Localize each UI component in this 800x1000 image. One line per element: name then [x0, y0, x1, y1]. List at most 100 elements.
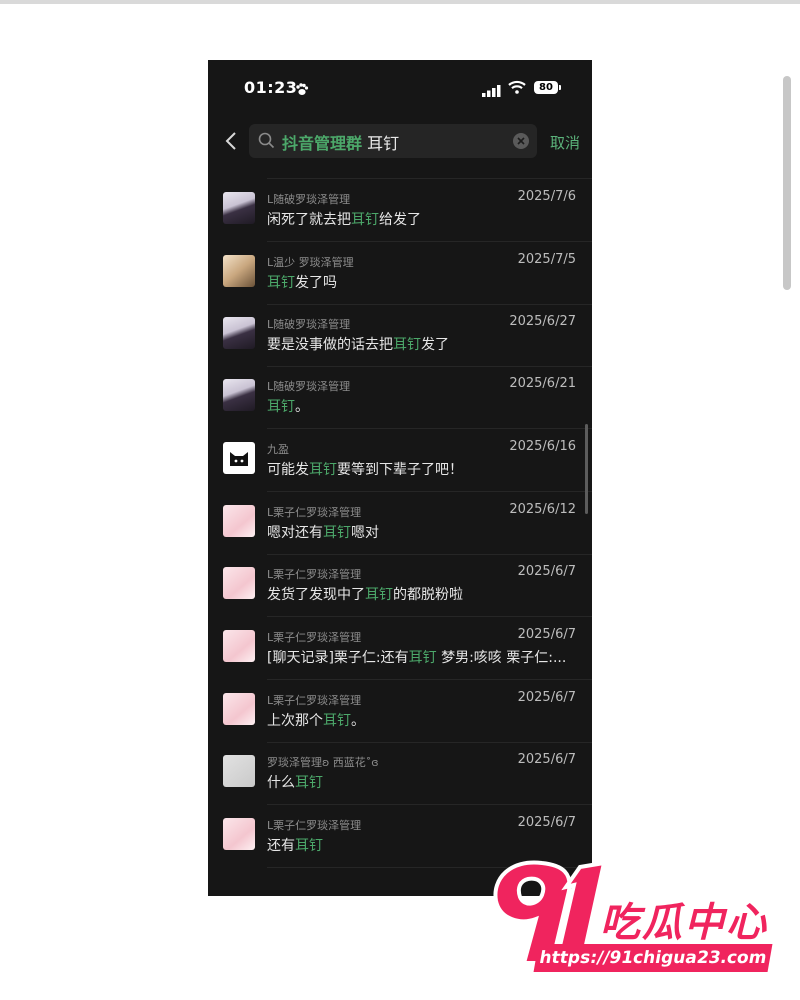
message-fragment: 给发了	[379, 212, 421, 228]
cancel-button[interactable]: 取消	[550, 132, 580, 153]
battery-tip	[559, 85, 561, 90]
list-item[interactable]: L随破罗琰泽管理 2025/7/6 闲死了就去把耳钉给发了	[208, 179, 592, 242]
message-date: 2025/6/7	[517, 690, 576, 705]
keyword-highlight: 耳钉	[323, 713, 351, 729]
message-date: 2025/6/7	[517, 627, 576, 642]
list-item[interactable]: L随破罗琰泽管理 2025/6/27 要是没事做的话去把耳钉发了	[208, 304, 592, 367]
keyword-highlight: 耳钉	[408, 650, 437, 666]
message-text: 耳钉发了吗	[267, 272, 579, 292]
message-date: 2025/7/5	[517, 252, 576, 267]
message-text: 要是没事做的话去把耳钉发了	[267, 334, 579, 354]
sender-name: L随破罗琰泽管理	[267, 193, 351, 206]
message-fragment: 发了	[421, 337, 449, 353]
message-fragment: 要等到下辈子了吧！	[337, 462, 463, 478]
message-date: 2025/6/7	[517, 752, 576, 767]
message-fragment: [聊天记录]栗子仁:还有	[267, 650, 409, 666]
battery-indicator: 80	[534, 81, 558, 94]
keyword-highlight: 耳钉	[295, 838, 323, 854]
watermark-url: https://91chigua23.com	[533, 944, 773, 972]
phone-screen: 01:23 80 抖音管理群 耳钉 取消 L随破罗琰泽管理 2025/7/6 闲…	[208, 60, 592, 896]
message-date: 2025/6/12	[509, 502, 576, 517]
message-fragment: 什么	[267, 775, 295, 791]
list-item[interactable]: L栗子仁罗琰泽管理 2025/6/7 [聊天记录]栗子仁:还有耳钉 梦男:咳咳 栗子…	[208, 617, 592, 680]
back-arrow-icon[interactable]	[220, 128, 244, 154]
message-date: 2025/7/6	[517, 189, 576, 204]
message-fragment: 要是没事做的话去把	[267, 337, 393, 353]
avatar	[223, 693, 255, 725]
keyword-highlight: 耳钉	[393, 337, 421, 353]
search-icon	[258, 132, 275, 153]
keyword-highlight: 耳钉	[309, 462, 337, 478]
message-date: 2025/6/16	[509, 439, 576, 454]
status-time: 01:23	[244, 78, 298, 97]
avatar	[223, 567, 255, 599]
list-item[interactable]: L栗子仁罗琰泽管理 2025/6/7 发货了发现中了耳钉的都脱粉啦	[208, 554, 592, 617]
message-fragment: 发了吗	[295, 275, 337, 291]
list-item[interactable]: L栗子仁罗琰泽管理 2025/6/12 嗯对还有耳钉嗯对	[208, 492, 592, 555]
sender-name: L栗子仁罗琰泽管理	[267, 819, 362, 832]
cellular-signal-icon	[482, 82, 502, 101]
keyword-highlight: 耳钉	[365, 587, 393, 603]
message-text: 耳钉。	[267, 396, 579, 416]
message-text: 闲死了就去把耳钉给发了	[267, 209, 579, 229]
avatar	[223, 379, 255, 411]
wifi-icon	[508, 79, 526, 98]
sender-name: L温少 罗琰泽管理	[267, 256, 354, 269]
avatar	[223, 755, 255, 787]
keyword-highlight: 耳钉	[267, 399, 295, 415]
avatar	[223, 505, 255, 537]
top-edge-line	[0, 0, 800, 4]
message-fragment: 可能发	[267, 462, 309, 478]
message-fragment: 还有	[267, 838, 295, 854]
list-item[interactable]: L随破罗琰泽管理 2025/6/21 耳钉。	[208, 366, 592, 429]
list-item[interactable]: L栗子仁罗琰泽管理 2025/6/7 上次那个耳钉。	[208, 680, 592, 743]
message-date: 2025/6/7	[517, 564, 576, 579]
list-item[interactable]: L温少 罗琰泽管理 2025/7/5 耳钉发了吗	[208, 242, 592, 305]
message-date: 2025/6/7	[517, 815, 576, 830]
keyword-highlight: 耳钉	[351, 212, 379, 228]
message-fragment: 发货了发现中了	[267, 587, 365, 603]
avatar	[223, 192, 255, 224]
keyword-highlight: 耳钉	[267, 275, 295, 291]
message-text: 发货了发现中了耳钉的都脱粉啦	[267, 584, 579, 604]
search-query-group: 抖音管理群	[282, 134, 363, 153]
list-item[interactable]: 罗琰泽管理ʚ 西蓝花˚ɞ 2025/6/7 什么耳钉	[208, 742, 592, 805]
sender-name: L栗子仁罗琰泽管理	[267, 506, 362, 519]
avatar	[223, 442, 255, 474]
message-fragment: 嗯对还有	[267, 525, 323, 541]
message-fragment: 的都脱粉啦	[393, 587, 463, 603]
sender-name: L栗子仁罗琰泽管理	[267, 631, 362, 644]
message-text: 什么耳钉	[267, 772, 579, 792]
status-bar: 01:23 80	[208, 60, 592, 116]
search-query: 抖音管理群 耳钉	[282, 130, 399, 154]
search-input[interactable]: 抖音管理群 耳钉	[249, 124, 537, 158]
search-bar: 抖音管理群 耳钉 取消	[208, 118, 592, 168]
message-fragment: 嗯对	[351, 525, 379, 541]
avatar	[223, 818, 255, 850]
sender-name: L栗子仁罗琰泽管理	[267, 568, 362, 581]
list-item[interactable]: 九盈 2025/6/16 可能发耳钉要等到下辈子了吧！	[208, 429, 592, 492]
list-item[interactable]: 耳钉早放没了	[208, 168, 592, 179]
message-fragment: 梦男:咳咳 栗子仁:...	[436, 650, 567, 666]
clear-search-icon[interactable]	[513, 133, 529, 149]
sender-name: L栗子仁罗琰泽管理	[267, 694, 362, 707]
message-date: 2025/6/27	[509, 314, 576, 329]
search-results-list: 耳钉早放没了L随破罗琰泽管理2025/7/6闲死了就去把耳钉给发了L温少 罗琰泽…	[208, 168, 592, 896]
keyword-highlight: 耳钉	[295, 775, 323, 791]
avatar	[223, 630, 255, 662]
search-query-keyword: 耳钉	[367, 134, 400, 153]
sender-name: L随破罗琰泽管理	[267, 318, 351, 331]
sender-name: L随破罗琰泽管理	[267, 380, 351, 393]
sender-name: 罗琰泽管理ʚ 西蓝花˚ɞ	[267, 756, 379, 769]
avatar	[223, 255, 255, 287]
keyword-highlight: 耳钉	[323, 525, 351, 541]
paw-icon	[295, 81, 309, 100]
watermark-title: 吃瓜中心	[600, 900, 768, 946]
message-fragment: 。	[351, 713, 365, 729]
message-fragment: 上次那个	[267, 713, 323, 729]
message-text: [聊天记录]栗子仁:还有耳钉 梦男:咳咳 栗子仁:...	[267, 647, 579, 667]
page-scrollbar[interactable]	[783, 76, 791, 290]
message-fragment: 闲死了就去把	[267, 212, 351, 228]
sender-name: 九盈	[267, 443, 289, 456]
list-scrollbar[interactable]	[585, 424, 588, 514]
